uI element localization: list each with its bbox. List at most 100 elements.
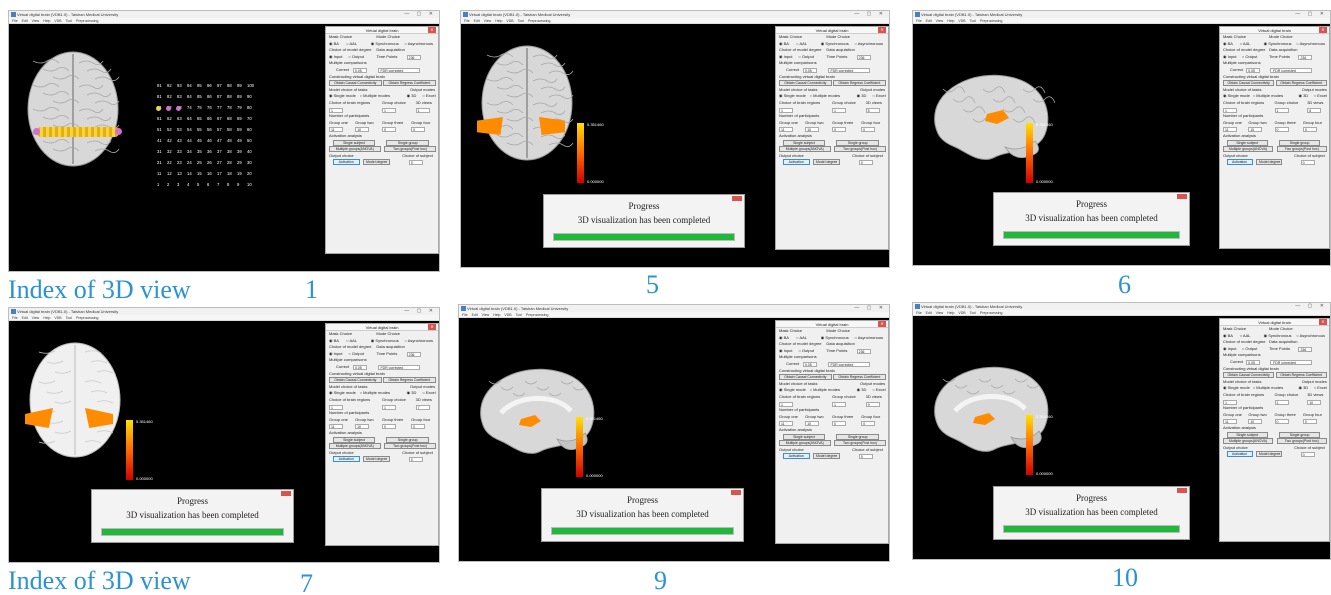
synchronous-radio[interactable]: ◉ Synchronous — [821, 335, 849, 342]
single-group-button[interactable]: Single group — [836, 139, 880, 146]
brain-regions-input[interactable]: 1 — [1223, 399, 1237, 405]
input-radio[interactable]: ◉ Input — [329, 54, 343, 61]
single-group-button[interactable]: Single group — [836, 433, 880, 440]
group-choice-input[interactable]: 1 — [382, 404, 396, 410]
activation-button[interactable]: Activation — [332, 456, 360, 463]
menu-item-tool[interactable]: Tool — [518, 19, 524, 23]
activation-button[interactable]: Activation — [782, 159, 810, 166]
aal-radio[interactable]: ○ AAL — [346, 41, 357, 48]
ba-radio[interactable]: ◉ BA — [329, 338, 339, 345]
window-controls-icon[interactable]: — ▢ ✕ — [854, 11, 886, 18]
multiple-modes-radio[interactable]: ○ Multiple modes — [810, 93, 840, 100]
menu-item-vdb[interactable]: VDB — [506, 19, 513, 23]
menu-item-view[interactable]: View — [482, 313, 490, 317]
3d-views-input[interactable]: 5 — [865, 107, 880, 113]
model-degree-button[interactable]: Model degree — [1255, 451, 1283, 458]
menu-item-tool[interactable]: Tool — [516, 313, 522, 317]
output-radio[interactable]: ○ Output — [798, 348, 814, 355]
input-radio[interactable]: ◉ Input — [1223, 346, 1237, 353]
menu-item-file[interactable]: File — [12, 19, 18, 23]
single-mode-radio[interactable]: ◉ Single mode — [779, 387, 806, 394]
time-points-input[interactable]: 236 — [1298, 346, 1313, 352]
time-points-input[interactable]: 236 — [1298, 54, 1313, 60]
ba-radio[interactable]: ◉ BA — [329, 41, 339, 48]
correct-input[interactable]: 0.05 — [1246, 67, 1261, 73]
window-controls-icon[interactable]: — ▢ ✕ — [854, 305, 886, 312]
asynchronous-radio[interactable]: ○ Asynchronous — [1296, 41, 1325, 48]
single-group-button[interactable]: Single group — [1278, 139, 1321, 146]
menu-item-edit[interactable]: Edit — [926, 19, 932, 23]
obtain-regress-button[interactable]: Obtain Regress Coefficient — [383, 80, 436, 87]
asynchronous-radio[interactable]: ○ Asynchronous — [404, 338, 433, 345]
group-three-input[interactable]: 0 — [832, 127, 846, 133]
obtain-causal-button[interactable]: Obtain Causal Connectivity — [1223, 80, 1275, 87]
brain-regions-input[interactable]: 1 — [329, 107, 343, 113]
menu-item-help[interactable]: Help — [493, 313, 500, 317]
subject-input[interactable]: 0 — [858, 160, 873, 166]
menu-item-view[interactable]: View — [32, 19, 40, 23]
obtain-causal-button[interactable]: Obtain Causal Connectivity — [779, 374, 832, 381]
3d-radio[interactable]: ◉ 3D — [857, 387, 867, 394]
single-subject-button[interactable]: Single subject — [782, 139, 826, 146]
menu-item-tool[interactable]: Tool — [66, 316, 72, 320]
menu-item-edit[interactable]: Edit — [22, 19, 28, 23]
subject-input[interactable]: 0 — [408, 160, 423, 166]
obtain-causal-button[interactable]: Obtain Causal Connectivity — [779, 80, 832, 87]
output-radio[interactable]: ○ Output — [348, 351, 364, 358]
menu-item-file[interactable]: File — [464, 19, 470, 23]
close-icon[interactable]: ✕ — [878, 27, 886, 33]
menu-item-view[interactable]: View — [936, 19, 944, 23]
menu-item-preprocessing[interactable]: Preprocessing — [76, 19, 98, 23]
obtain-regress-button[interactable]: Obtain Regress Coefficient — [833, 374, 886, 381]
single-mode-radio[interactable]: ◉ Single mode — [1223, 385, 1250, 392]
menu-item-preprocessing[interactable]: Preprocessing — [980, 19, 1002, 23]
group-one-input[interactable]: 11 — [1223, 127, 1237, 133]
multiple-modes-radio[interactable]: ○ Multiple modes — [1253, 93, 1283, 100]
synchronous-radio[interactable]: ◉ Synchronous — [1264, 41, 1292, 48]
excel-radio[interactable]: ○ Excel — [872, 93, 885, 100]
two-groups-button[interactable]: Two groups(Post hoc) — [1276, 438, 1327, 445]
two-groups-button[interactable]: Two groups(Post hoc) — [384, 443, 436, 450]
group-choice-input[interactable]: 1 — [832, 401, 846, 407]
input-radio[interactable]: ◉ Input — [779, 348, 793, 355]
3d-radio[interactable]: ◉ 3D — [407, 93, 417, 100]
menu-item-vdb[interactable]: VDB — [958, 311, 965, 315]
menu-item-help[interactable]: Help — [495, 19, 502, 23]
menu-item-file[interactable]: File — [12, 316, 18, 320]
obtain-regress-button[interactable]: Obtain Regress Coefficient — [1275, 372, 1327, 379]
excel-radio[interactable]: ○ Excel — [1314, 385, 1327, 392]
menu-item-vdb[interactable]: VDB — [54, 316, 61, 320]
multiple-modes-radio[interactable]: ○ Multiple modes — [360, 390, 390, 397]
multiple-groups-button[interactable]: Multiple groups(ANOVA) — [779, 440, 831, 447]
window-controls-icon[interactable]: — ▢ ✕ — [1295, 11, 1327, 18]
ba-radio[interactable]: ◉ BA — [779, 41, 789, 48]
synchronous-radio[interactable]: ◉ Synchronous — [821, 41, 849, 48]
obtain-causal-button[interactable]: Obtain Causal Connectivity — [1223, 372, 1275, 379]
group-one-input[interactable]: 11 — [1223, 419, 1237, 425]
asynchronous-radio[interactable]: ○ Asynchronous — [1296, 333, 1325, 340]
menu-item-vdb[interactable]: VDB — [958, 19, 965, 23]
output-radio[interactable]: ○ Output — [798, 54, 814, 61]
group-four-input[interactable]: 0 — [411, 424, 426, 430]
group-four-input[interactable]: 0 — [1302, 127, 1317, 133]
model-degree-button[interactable]: Model degree — [812, 453, 840, 460]
group-one-input[interactable]: 11 — [779, 421, 793, 427]
obtain-regress-button[interactable]: Obtain Regress Coefficient — [1275, 80, 1327, 87]
fdr-dropdown[interactable]: FDR corrected — [377, 67, 421, 73]
two-groups-button[interactable]: Two groups(Post hoc) — [834, 146, 886, 153]
input-radio[interactable]: ◉ Input — [1223, 54, 1237, 61]
multiple-modes-radio[interactable]: ○ Multiple modes — [1253, 385, 1283, 392]
subject-input[interactable]: 0 — [1300, 160, 1315, 166]
output-radio[interactable]: ○ Output — [1242, 54, 1258, 61]
close-icon[interactable]: ✕ — [1319, 319, 1327, 325]
close-icon[interactable]: ✕ — [878, 321, 886, 327]
obtain-causal-button[interactable]: Obtain Causal Connectivity — [329, 80, 382, 87]
time-points-input[interactable]: 236 — [856, 54, 871, 60]
model-degree-button[interactable]: Model degree — [362, 159, 390, 166]
menu-item-help[interactable]: Help — [43, 316, 50, 320]
correct-input[interactable]: 0.05 — [1246, 359, 1261, 365]
excel-radio[interactable]: ○ Excel — [422, 390, 435, 397]
3d-radio[interactable]: ◉ 3D — [1298, 93, 1308, 100]
single-subject-button[interactable]: Single subject — [332, 139, 376, 146]
obtain-regress-button[interactable]: Obtain Regress Coefficient — [383, 377, 436, 384]
